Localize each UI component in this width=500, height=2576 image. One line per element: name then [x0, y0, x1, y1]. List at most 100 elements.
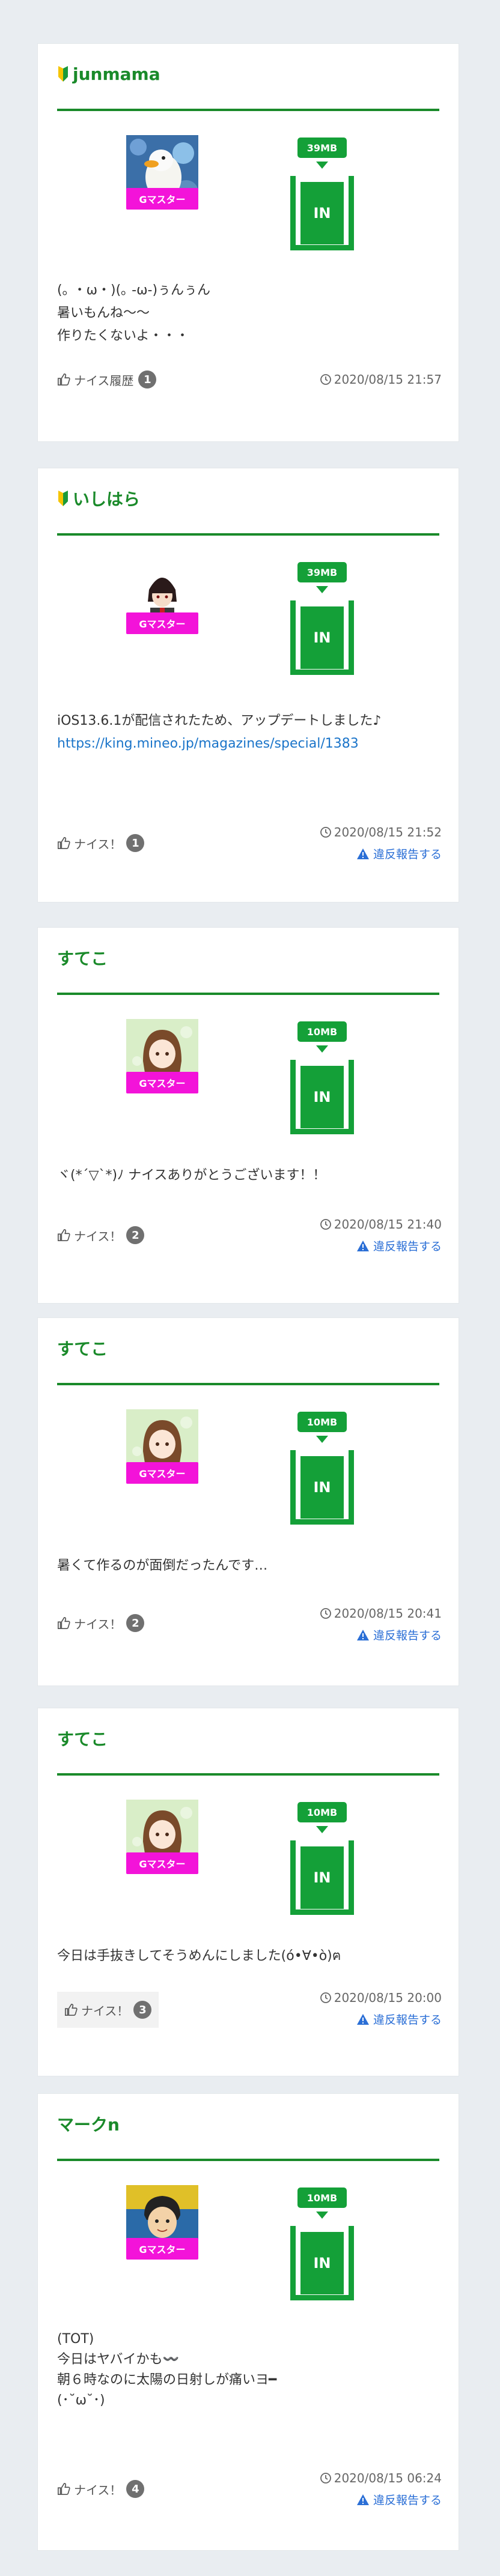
post-card: マークn Gマスター 10MB IN (TOT) 今日はヤバイかも〰️ 朝６時な… — [38, 2094, 459, 2550]
report-link[interactable]: 違反報告する — [356, 845, 442, 862]
date-text: 2020/08/15 06:24 — [334, 2471, 442, 2485]
nice-history-button[interactable]: ナイス履歴 1 — [57, 366, 157, 393]
master-badge: Gマスター — [126, 188, 198, 210]
message-line: (･˘ω˘･) — [57, 2393, 105, 2408]
message-line: 今日は手抜きしてそうめんにしました(ό•∀•ὸ)ฅ — [57, 1949, 341, 1964]
nice-label: ナイス履歴 — [74, 373, 134, 388]
master-badge: Gマスター — [126, 612, 198, 634]
post-card: すてこ Gマスター 10MB IN 暑くて作るのが面倒だったんです… ナイス！ … — [38, 1318, 459, 1686]
post-card: いしはら Gマスター 39MB IN iOS13.6.1が配信されたため、アップ… — [38, 468, 459, 902]
clock-icon — [320, 1608, 331, 1619]
divider — [57, 533, 439, 536]
arrow-down-icon — [316, 162, 328, 169]
master-badge: Gマスター — [126, 2238, 198, 2260]
thumbs-up-icon — [58, 1617, 70, 1629]
post-author[interactable]: junmama — [57, 62, 439, 86]
thumbs-up-icon — [58, 373, 70, 385]
arrow-down-icon — [316, 1826, 328, 1833]
nice-button[interactable]: ナイス！ 4 — [57, 2476, 145, 2502]
author-name: すてこ — [57, 1729, 108, 1749]
warning-icon — [356, 2013, 369, 2025]
data-size-badge: 39MB — [297, 562, 347, 582]
arrow-down-icon — [316, 1045, 328, 1053]
nice-count-badge: 1 — [138, 370, 157, 389]
master-badge: Gマスター — [126, 1462, 198, 1484]
divider — [57, 109, 439, 111]
warning-icon — [356, 1629, 369, 1640]
date-text: 2020/08/15 21:40 — [334, 1217, 442, 1232]
nice-count-badge: 2 — [126, 1614, 145, 1632]
clock-icon — [320, 1992, 331, 2003]
message-link[interactable]: https://king.mineo.jp/magazines/special/… — [57, 733, 434, 755]
author-name: マークn — [57, 2115, 120, 2135]
post-message: (｡ ・ω・)(｡ -ω-)ぅんぅん 暑いもんね〜〜 作りたくないよ・・・ — [57, 279, 434, 348]
message-line: iOS13.6.1が配信されたため、アップデートしました♪ — [57, 713, 382, 728]
data-size-badge: 10MB — [297, 2187, 347, 2208]
master-badge: Gマスター — [126, 1072, 198, 1093]
nice-button[interactable]: ナイス！ 1 — [57, 830, 145, 856]
nice-label: ナイス！ — [81, 2003, 129, 2018]
nice-label: ナイス！ — [74, 836, 122, 851]
post-author[interactable]: マークn — [57, 2112, 439, 2136]
post-feed: junmama Gマスター 39MB IN (｡ ・ω・)(｡ -ω-)ぅんぅん… — [0, 0, 500, 2576]
author-name: すてこ — [57, 1339, 108, 1359]
post-author[interactable]: すてこ — [57, 1726, 439, 1750]
packet-in-icon: IN — [300, 1846, 344, 1909]
author-name: すてこ — [57, 949, 108, 969]
post-date: 2020/08/15 21:40 — [320, 1217, 442, 1232]
post-date: 2020/08/15 20:41 — [320, 1606, 442, 1621]
master-badge: Gマスター — [126, 1852, 198, 1874]
date-text: 2020/08/15 21:57 — [334, 372, 442, 387]
warning-icon — [356, 1240, 369, 1251]
post-message: (TOT) 今日はヤバイかも〰️ 朝６時なのに太陽の日射しが痛いヨ━ (･˘ω˘… — [57, 2329, 434, 2411]
post-card: すてこ Gマスター 10MB IN 今日は手抜きしてそうめんにしました(ό•∀•… — [38, 1708, 459, 2076]
message-line: 作りたくないよ・・・ — [57, 328, 189, 343]
report-label: 違反報告する — [373, 2013, 442, 2027]
report-link[interactable]: 違反報告する — [356, 2011, 442, 2027]
data-size-badge: 10MB — [297, 1802, 347, 1822]
post-author[interactable]: すてこ — [57, 946, 439, 970]
report-label: 違反報告する — [373, 1240, 442, 1253]
data-size-badge: 10MB — [297, 1412, 347, 1432]
post-date: 2020/08/15 20:00 — [320, 1991, 442, 2005]
thumbs-up-icon — [58, 2483, 70, 2495]
message-line: (｡ ・ω・)(｡ -ω-)ぅんぅん — [57, 283, 211, 298]
post-author[interactable]: すてこ — [57, 1336, 439, 1360]
report-link[interactable]: 違反報告する — [356, 1238, 442, 1254]
nice-count-badge: 1 — [126, 834, 145, 852]
warning-icon — [356, 848, 369, 859]
post-date: 2020/08/15 06:24 — [320, 2471, 442, 2485]
nice-button[interactable]: ナイス！ 2 — [57, 1610, 145, 1636]
nice-button[interactable]: ナイス！ 2 — [57, 1222, 145, 1248]
date-text: 2020/08/15 20:41 — [334, 1606, 442, 1621]
date-text: 2020/08/15 21:52 — [334, 825, 442, 839]
nice-count-badge: 2 — [126, 1226, 145, 1244]
beginner-mark-icon — [58, 66, 68, 82]
nice-count-badge: 3 — [133, 2001, 152, 2019]
warning-icon — [356, 2494, 369, 2505]
thumbs-up-icon — [58, 1229, 70, 1241]
post-message: iOS13.6.1が配信されたため、アップデートしました♪ https://ki… — [57, 710, 434, 755]
message-line: 今日はヤバイかも〰️ — [57, 2352, 179, 2367]
clock-icon — [320, 1219, 331, 1230]
message-line: ヾ(*´▽`*)ﾉ ナイスありがとうございます！！ — [57, 1168, 326, 1183]
nice-button[interactable]: ナイス！ 3 — [57, 1992, 159, 2028]
thumbs-up-icon — [58, 837, 70, 849]
message-line: (TOT) — [57, 2332, 94, 2347]
author-name: junmama — [73, 64, 160, 84]
clock-icon — [320, 374, 331, 385]
arrow-down-icon — [316, 586, 328, 593]
post-author[interactable]: いしはら — [57, 486, 439, 510]
post-message: ヾ(*´▽`*)ﾉ ナイスありがとうございます！！ — [57, 1164, 434, 1187]
packet-in-icon: IN — [300, 182, 344, 244]
report-link[interactable]: 違反報告する — [356, 2491, 442, 2508]
nice-label: ナイス！ — [74, 1229, 122, 1244]
message-line: 暑くて作るのが面倒だったんです… — [57, 1558, 268, 1573]
post-card: すてこ Gマスター 10MB IN ヾ(*´▽`*)ﾉ ナイスありがとうございま… — [38, 928, 459, 1303]
date-text: 2020/08/15 20:00 — [334, 1991, 442, 2005]
data-size-badge: 39MB — [297, 138, 347, 158]
arrow-down-icon — [316, 1436, 328, 1443]
post-date: 2020/08/15 21:52 — [320, 825, 442, 839]
report-label: 違反報告する — [373, 1629, 442, 1642]
report-link[interactable]: 違反報告する — [356, 1627, 442, 1643]
